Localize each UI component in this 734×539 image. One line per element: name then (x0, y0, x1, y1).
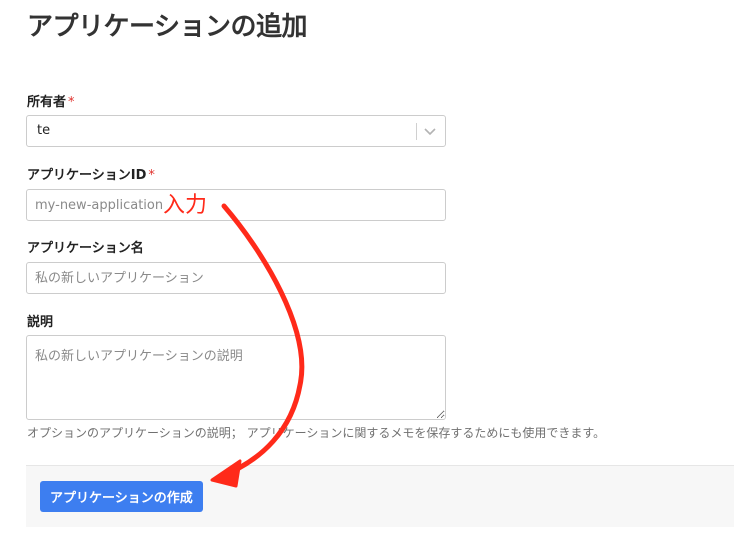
annotation-label: 入力 (163, 193, 208, 218)
app-name-input[interactable] (26, 262, 446, 294)
description-help-text: オプションのアプリケーションの説明； アプリケーションに関するメモを保存するため… (27, 426, 606, 440)
owner-label: 所有者 * (27, 91, 75, 110)
page-title: アプリケーションの追加 (27, 12, 307, 42)
chevron-down-icon[interactable] (423, 124, 437, 138)
create-application-button[interactable]: アプリケーションの作成 (40, 481, 203, 512)
owner-label-text: 所有者 (27, 95, 67, 110)
select-separator (416, 123, 417, 140)
app-id-input[interactable] (26, 189, 446, 221)
app-id-required-mark: * (148, 168, 155, 183)
form-footer: アプリケーションの作成 (26, 465, 734, 527)
description-label: 説明 (27, 315, 54, 330)
app-id-label: アプリケーションID * (27, 164, 155, 183)
owner-required-mark: * (68, 95, 75, 110)
description-textarea[interactable] (26, 335, 446, 420)
app-id-label-text: アプリケーションID (27, 168, 147, 183)
owner-select[interactable]: te (26, 115, 446, 147)
app-name-label: アプリケーション名 (27, 241, 144, 256)
owner-select-value: te (37, 123, 51, 138)
